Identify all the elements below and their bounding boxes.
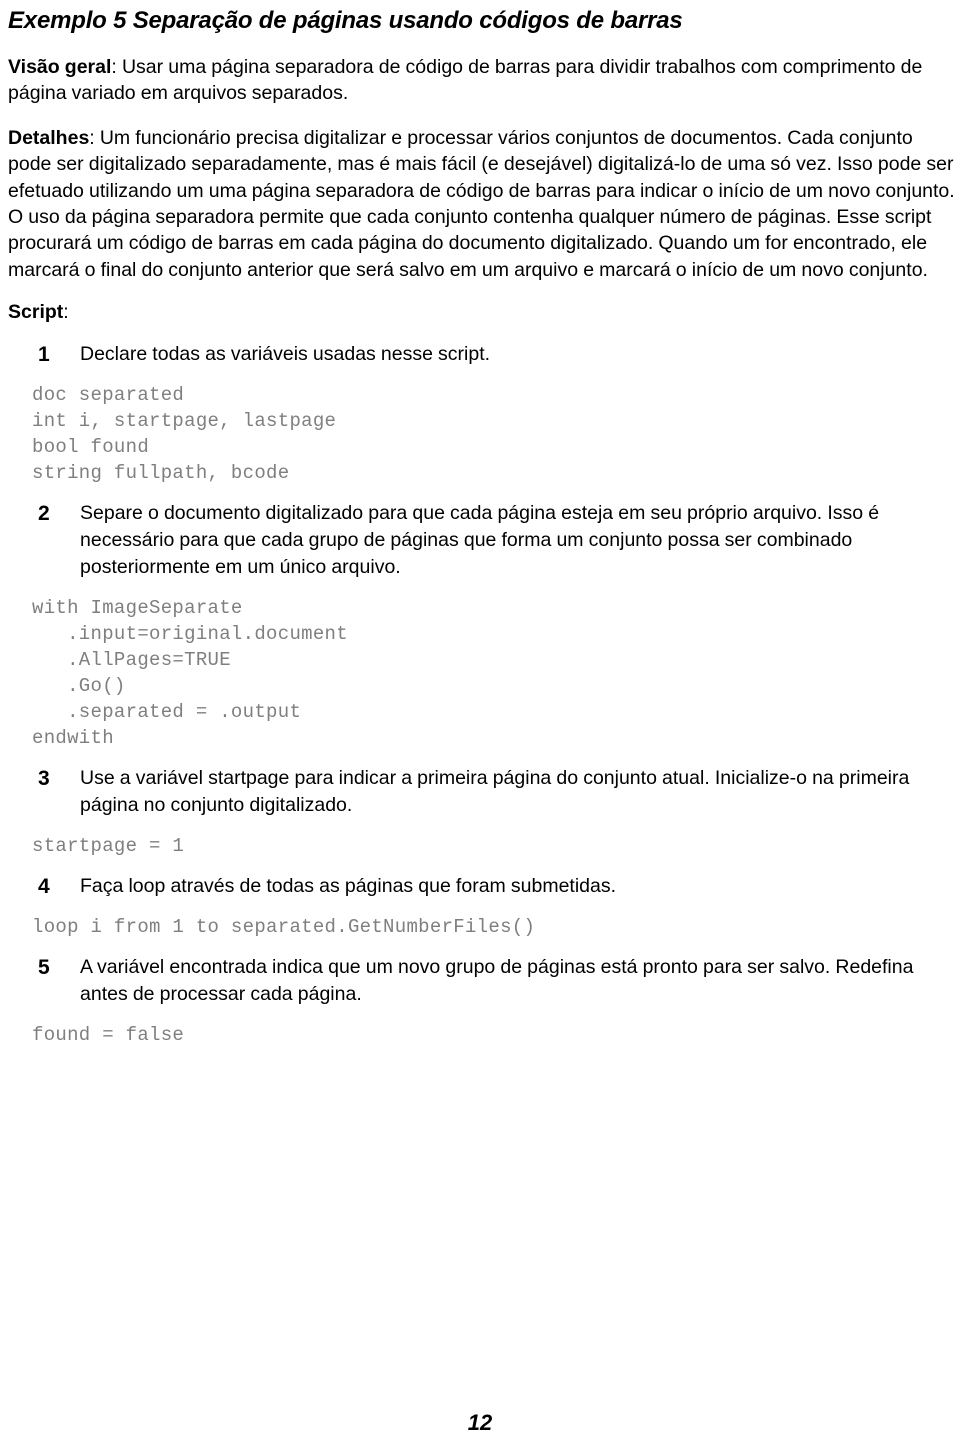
step-text: Use a variável startpage para indicar a …	[80, 767, 910, 817]
overview-paragraph: Visão geral: Usar uma página separadora …	[8, 54, 956, 107]
step-text: Faça loop através de todas as páginas qu…	[80, 875, 617, 898]
code-block: doc separated int i, startpage, lastpage…	[32, 384, 337, 485]
overview-separator: :	[111, 56, 122, 78]
step-number: 4	[38, 875, 50, 899]
page-number: 12	[467, 1410, 493, 1435]
step-text: Declare todas as variáveis usadas nesse …	[80, 343, 491, 366]
page-content: Exemplo 5 Separação de páginas usando có…	[8, 6, 956, 1062]
step-number: 1	[38, 343, 50, 367]
details-label: Detalhes	[8, 126, 90, 149]
code-block: startpage = 1	[32, 835, 185, 858]
step-number: 2	[38, 502, 50, 526]
script-steps-list: 1 Declare todas as variáveis usadas ness…	[8, 341, 956, 1048]
step-number: 5	[38, 956, 50, 980]
list-item: 3 Use a variável startpage para indicar …	[8, 765, 956, 819]
document-page: Exemplo 5 Separação de páginas usando có…	[0, 0, 960, 1450]
step-number: 3	[38, 767, 50, 791]
details-body: Um funcionário precisa digitalizar e pro…	[8, 126, 955, 281]
list-item: 1 Declare todas as variáveis usadas ness…	[8, 341, 956, 368]
overview-body: Usar uma página separadora de código de …	[8, 56, 923, 105]
script-section-heading: Script:	[8, 299, 956, 325]
list-item: 4 Faça loop através de todas as páginas …	[8, 873, 956, 900]
code-block: loop i from 1 to separated.GetNumberFile…	[32, 916, 536, 939]
step-text: Separe o documento digitalizado para que…	[80, 502, 880, 579]
script-section-separator: :	[63, 301, 69, 324]
details-paragraph: Detalhes: Um funcionário precisa digital…	[8, 125, 956, 283]
list-item: 2 Separe o documento digitalizado para q…	[8, 500, 956, 581]
details-separator: :	[89, 126, 100, 149]
overview-label: Visão geral	[8, 56, 112, 78]
script-section-label: Script	[8, 301, 64, 324]
step-text: A variável encontrada indica que um novo…	[80, 956, 914, 1006]
code-block: found = false	[32, 1024, 185, 1047]
code-block: with ImageSeparate .input=original.docum…	[32, 597, 348, 750]
page-title: Exemplo 5 Separação de páginas usando có…	[8, 7, 683, 34]
list-item: 5 A variável encontrada indica que um no…	[8, 954, 956, 1008]
